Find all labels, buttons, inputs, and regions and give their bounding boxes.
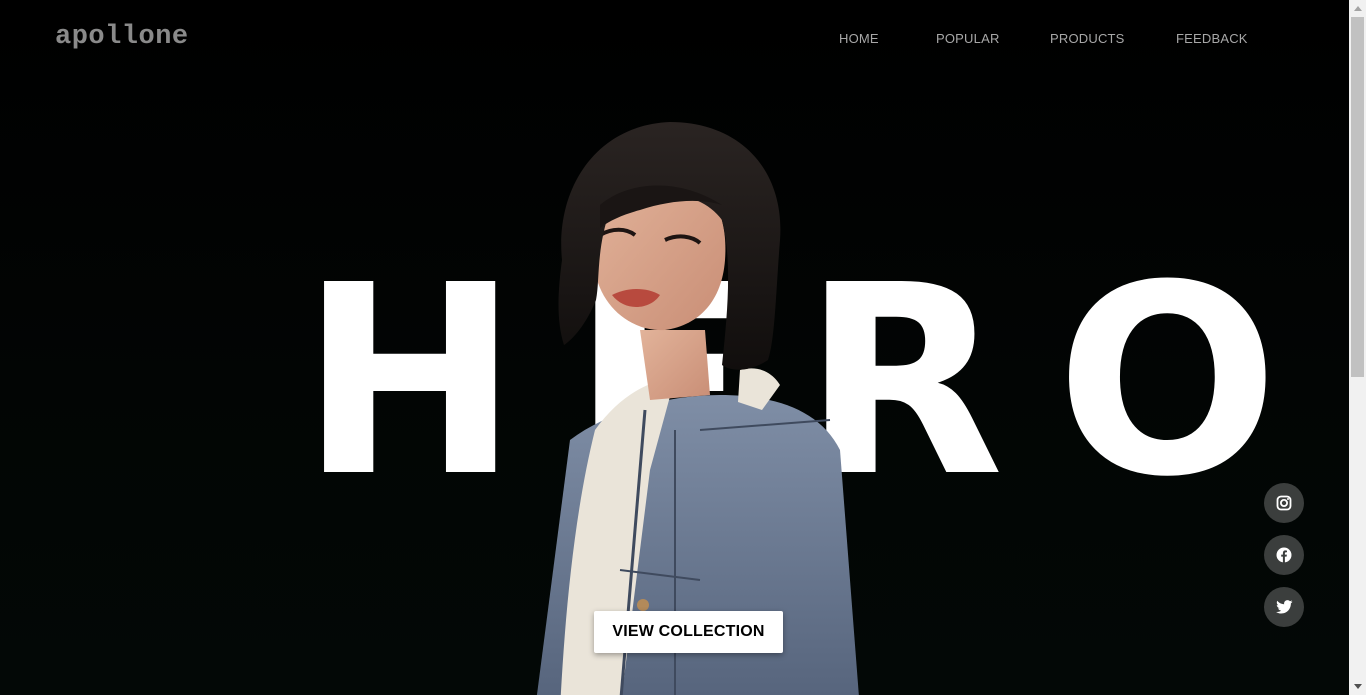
- scroll-up-button[interactable]: [1349, 0, 1366, 17]
- nav-item-home[interactable]: HOME: [839, 31, 879, 46]
- hero-model-image: [500, 110, 900, 695]
- landing-page: apollone HOME POPULAR PRODUCTS FEEDBACK …: [0, 0, 1366, 695]
- scrollbar-thumb[interactable]: [1351, 17, 1364, 377]
- nav-item-products[interactable]: PRODUCTS: [1050, 31, 1125, 46]
- chevron-up-icon: [1353, 6, 1362, 11]
- facebook-icon: [1276, 547, 1292, 563]
- instagram-icon: [1276, 495, 1292, 511]
- view-collection-button[interactable]: VIEW COLLECTION: [594, 611, 783, 653]
- facebook-button[interactable]: [1264, 535, 1304, 575]
- brand-logo[interactable]: apollone: [55, 22, 189, 52]
- instagram-button[interactable]: [1264, 483, 1304, 523]
- twitter-button[interactable]: [1264, 587, 1304, 627]
- twitter-icon: [1275, 600, 1293, 614]
- scroll-down-button[interactable]: [1349, 678, 1366, 695]
- nav-item-popular[interactable]: POPULAR: [936, 31, 1000, 46]
- nav-item-feedback[interactable]: FEEDBACK: [1176, 31, 1248, 46]
- chevron-down-icon: [1353, 684, 1362, 689]
- page-scrollbar[interactable]: [1349, 0, 1366, 695]
